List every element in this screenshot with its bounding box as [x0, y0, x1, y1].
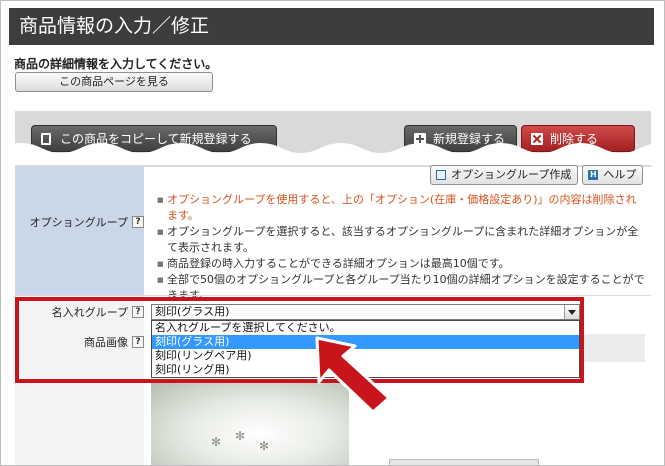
lower-label-cell — [15, 295, 144, 465]
note-warning: オプショングループを使用すると、上の「オプション(在庫・価格設定あり)」の内容は… — [157, 192, 647, 224]
option-group-actions: オプショングループ作成 H ヘルプ — [430, 165, 644, 185]
option-group-label-text: オプショングループ — [29, 216, 128, 229]
torn-edge-divider — [1, 143, 664, 165]
view-product-page-button[interactable]: この商品ページを見る — [15, 72, 213, 92]
engraving-group-select[interactable]: 刻印(グラス用) — [151, 304, 580, 320]
image-caption-bar — [389, 459, 539, 465]
option-group-label-cell — [15, 167, 144, 295]
dropdown-option[interactable]: 名入れグループを選択してください。 — [152, 321, 579, 335]
engraving-group-selected-value: 刻印(グラス用) — [155, 305, 230, 318]
help-question-icon[interactable]: ? — [132, 216, 144, 228]
product-image-label: 商品画像 ? — [84, 334, 144, 350]
option-group-label: オプショングループ ? — [30, 214, 144, 230]
help-question-icon[interactable]: ? — [132, 336, 144, 348]
help-button[interactable]: H ヘルプ — [582, 165, 644, 185]
help-question-icon[interactable]: ? — [132, 306, 144, 318]
engraving-group-label-text: 名入れグループ — [51, 306, 128, 319]
help-button-label: ヘルプ — [603, 168, 637, 181]
engraving-group-label: 名入れグループ ? — [52, 304, 144, 320]
help-icon: H — [588, 170, 599, 180]
page-frame: 商品情報の入力／修正 商品の詳細情報を入力してください。 この商品ページを見る … — [0, 0, 665, 466]
page-title: 商品情報の入力／修正 — [9, 8, 654, 45]
intro-text: 商品の詳細情報を入力してください。 — [14, 57, 218, 71]
chevron-down-icon[interactable] — [564, 305, 579, 319]
snowflake-pattern-icon: ✻ — [211, 435, 222, 449]
create-option-group-label: オプショングループ作成 — [451, 168, 572, 181]
pointer-arrow-icon — [315, 336, 391, 414]
row-divider — [15, 295, 651, 296]
product-image-label-text: 商品画像 — [84, 336, 128, 349]
option-group-notes: オプショングループを使用すると、上の「オプション(在庫・価格設定あり)」の内容は… — [157, 192, 647, 304]
document-icon — [436, 170, 446, 180]
note-item: オプショングループを選択すると、該当するオプショングループに含まれた詳細オプショ… — [157, 224, 647, 256]
create-option-group-button[interactable]: オプショングループ作成 — [430, 165, 579, 185]
snowflake-pattern-icon: ✻ — [259, 439, 270, 453]
note-item: 商品登録の時入力することができる詳細オプションは最高10個です。 — [157, 256, 647, 272]
note-item: 全部で50個のオプショングループと各グループ当たり10個の詳細オプションを設定す… — [157, 272, 647, 304]
snowflake-pattern-icon: ✻ — [235, 429, 246, 443]
